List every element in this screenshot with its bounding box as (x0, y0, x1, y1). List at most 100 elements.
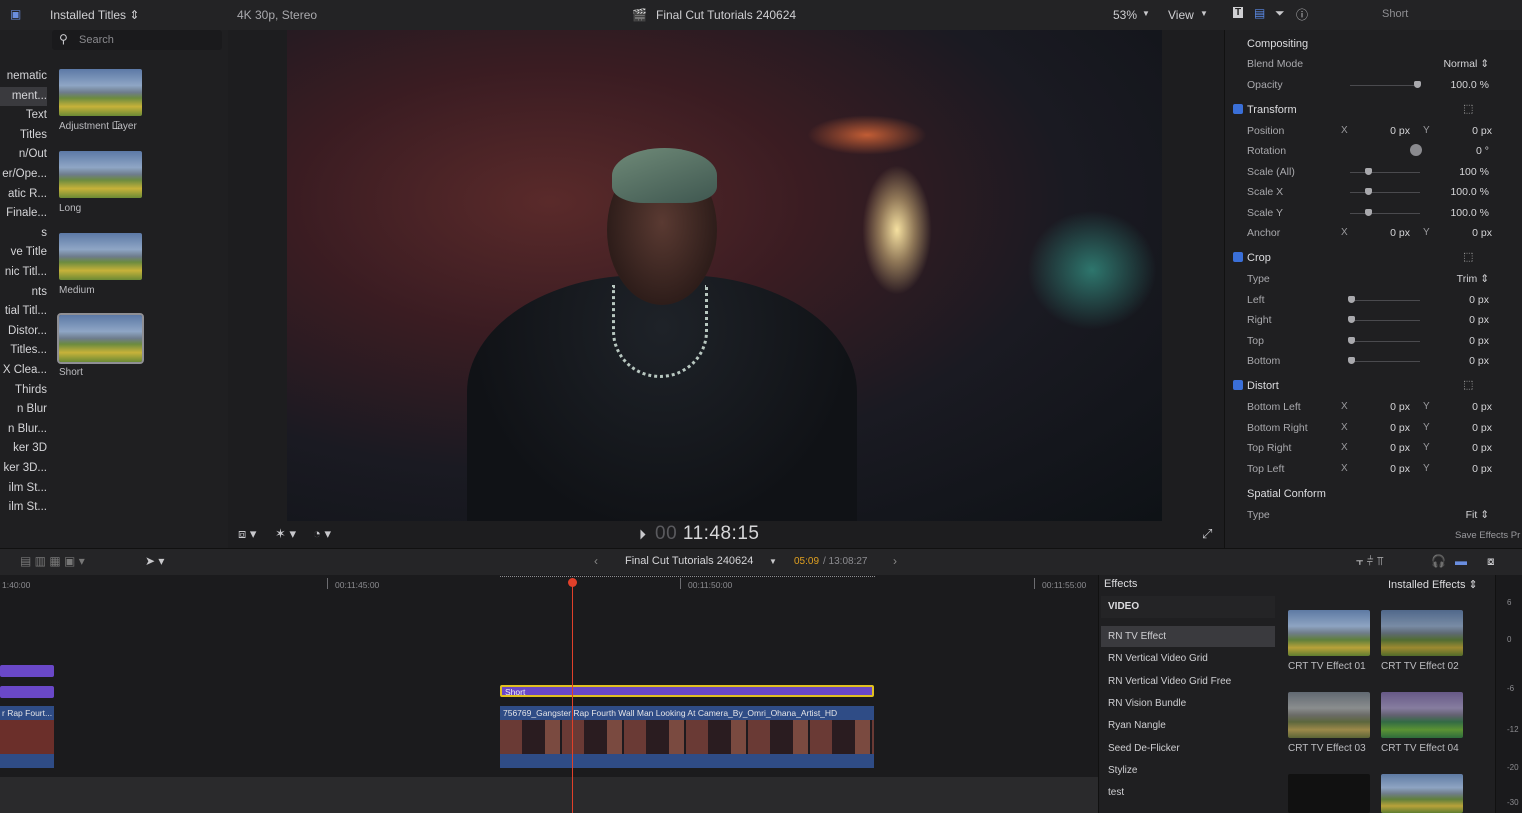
crop-onscreen-icon[interactable]: ⬚ (1463, 250, 1473, 263)
search-input[interactable]: Search (79, 34, 114, 46)
slider-knob[interactable] (1348, 316, 1355, 323)
category-item[interactable]: Finale... (0, 204, 47, 223)
scale-y-row[interactable]: Scale Y 100.0 % (1228, 203, 1518, 223)
category-item[interactable]: ker 3D... (0, 459, 47, 478)
value-field[interactable]: 0 px (1390, 422, 1410, 434)
effect-list-item[interactable]: RN Vision Bundle (1101, 693, 1275, 714)
view-menu[interactable]: View (1168, 8, 1194, 22)
save-effects-preset-button[interactable]: Save Effects Pr (1455, 530, 1520, 541)
chevron-down-icon[interactable]: ▼ (1142, 9, 1150, 18)
title-thumb-adjustment-layer[interactable] (59, 69, 142, 116)
category-item[interactable]: s (0, 224, 47, 243)
value-field[interactable]: 0 px (1390, 442, 1410, 454)
enable-checkbox[interactable] (1233, 252, 1243, 262)
audio-skimming-icon[interactable]: ⫟ ⫩ ⫪ (1356, 554, 1384, 569)
transform-onscreen-icon[interactable]: ⬚ (1463, 102, 1473, 115)
info-icon[interactable]: ⓘ (1296, 6, 1308, 23)
crop-left-row[interactable]: Left 0 px (1228, 290, 1518, 310)
category-item[interactable]: nts (0, 283, 47, 302)
effect-list-item[interactable]: test (1101, 782, 1275, 803)
timeline-project-name[interactable]: Final Cut Tutorials 240624 (625, 555, 753, 567)
category-item[interactable]: X Clea... (0, 361, 47, 380)
value-slider[interactable] (1350, 320, 1420, 321)
rotation-dial[interactable] (1410, 144, 1422, 156)
anchor-row[interactable]: Anchor X Y 0 px 0 px (1228, 223, 1518, 243)
value-field[interactable]: 0 px (1469, 335, 1489, 347)
value-field[interactable]: 100.0 % (1450, 207, 1489, 219)
scale-all-row[interactable]: Scale (All) 100 % (1228, 162, 1518, 182)
category-item[interactable]: tial Titl... (0, 302, 47, 321)
position-row[interactable]: Position X Y 0 px 0 px (1228, 121, 1518, 141)
category-item[interactable]: Distor... (0, 322, 47, 341)
title-inspector-icon[interactable]: T (1233, 7, 1244, 18)
title-clip-left[interactable] (0, 686, 54, 698)
effect-list-item[interactable]: Stylize (1101, 760, 1275, 781)
crop-top-row[interactable]: Top 0 px (1228, 331, 1518, 351)
spatial-type-row[interactable]: Type Fit ⇕ (1228, 505, 1518, 525)
crop-right-row[interactable]: Right 0 px (1228, 310, 1518, 330)
effect-thumb-crt-04[interactable] (1381, 692, 1463, 738)
video-clip-main[interactable]: 756769_Gangster Rap Fourth Wall Man Look… (500, 706, 874, 768)
video-frame[interactable] (287, 30, 1162, 521)
slider-knob[interactable] (1348, 357, 1355, 364)
enhance-icon[interactable]: ✶ ▾ (275, 526, 296, 542)
value-field[interactable]: 0 ° (1476, 145, 1489, 157)
title-thumb-long[interactable] (59, 151, 142, 198)
scale-x-row[interactable]: Scale X 100.0 % (1228, 182, 1518, 202)
solo-icon[interactable]: ▬ (1455, 554, 1467, 568)
search-field[interactable]: ⚲ Search (52, 30, 222, 50)
value-slider[interactable] (1350, 300, 1420, 301)
category-item[interactable]: ilm St... (0, 479, 47, 498)
library-icon[interactable]: ▣ (10, 7, 21, 21)
snapshot-icon[interactable]: ⧇ (1487, 554, 1495, 569)
value-field[interactable]: 100 % (1459, 166, 1489, 178)
bottom-left-row[interactable]: Bottom Left X Y 0 px 0 px (1228, 397, 1518, 417)
slider-knob[interactable] (1414, 81, 1421, 88)
fullscreen-icon[interactable]: ⤢ (1202, 526, 1212, 542)
value-field[interactable]: 0 px (1469, 294, 1489, 306)
category-item[interactable]: ilm St... (0, 498, 47, 517)
slider-knob[interactable] (1348, 296, 1355, 303)
effect-thumb-crt-03[interactable] (1288, 692, 1370, 738)
transform-tool-icon[interactable]: ⧈ ▾ (238, 526, 256, 542)
playhead[interactable] (572, 580, 573, 813)
clip-appearance-icon[interactable]: ▤ ▥ ▦ ▣ ▾ (20, 554, 85, 568)
category-item[interactable]: Text (0, 106, 47, 125)
value-field[interactable]: 0 px (1472, 442, 1492, 454)
section-crop[interactable]: Crop ⬚ (1228, 248, 1518, 268)
category-item[interactable]: nic Titl... (0, 263, 47, 282)
top-right-row[interactable]: Top Right X Y 0 px 0 px (1228, 438, 1518, 458)
category-item[interactable]: atic R... (0, 185, 47, 204)
category-item[interactable]: ker 3D (0, 439, 47, 458)
effect-list-item[interactable]: RN Vertical Video Grid Free (1101, 671, 1275, 692)
value-field[interactable]: 0 px (1469, 355, 1489, 367)
title-clip-left[interactable] (0, 665, 54, 677)
chevron-down-icon[interactable]: ▼ (1200, 9, 1208, 18)
chevron-down-icon[interactable]: ▼ (769, 557, 777, 566)
headphones-icon[interactable]: 🎧 (1431, 554, 1446, 568)
value-field[interactable]: 0 px (1472, 463, 1492, 475)
slider-knob[interactable] (1365, 168, 1372, 175)
back-icon[interactable]: ‹ (594, 554, 598, 568)
video-inspector-icon[interactable]: ▤ (1254, 6, 1265, 20)
value-field[interactable]: 0 px (1472, 227, 1492, 239)
rotation-row[interactable]: Rotation 0 ° (1228, 141, 1518, 161)
value-field[interactable]: 100.0 % (1450, 79, 1489, 91)
value-slider[interactable] (1350, 192, 1420, 193)
value-slider[interactable] (1350, 172, 1420, 173)
category-item[interactable]: er/Ope... (0, 165, 47, 184)
installed-effects-popup[interactable]: Installed Effects ⇕ (1388, 578, 1478, 591)
value-slider[interactable] (1350, 85, 1420, 86)
effect-list-item[interactable]: Ryan Nangle (1101, 715, 1275, 736)
zoom-popup[interactable]: 53% (1113, 8, 1137, 22)
value-slider[interactable] (1350, 361, 1420, 362)
title-thumb-short[interactable] (57, 313, 144, 364)
video-clip-left[interactable]: r Rap Fourt... (0, 706, 54, 768)
popup-menu[interactable]: Fit ⇕ (1466, 509, 1489, 521)
distort-onscreen-icon[interactable]: ⬚ (1463, 378, 1473, 391)
playhead-head[interactable] (568, 578, 577, 587)
slider-knob[interactable] (1365, 188, 1372, 195)
title-clip-short[interactable]: Short (500, 685, 874, 697)
filter-icon[interactable]: ⏷ (1275, 6, 1285, 21)
value-field[interactable]: 0 px (1390, 125, 1410, 137)
